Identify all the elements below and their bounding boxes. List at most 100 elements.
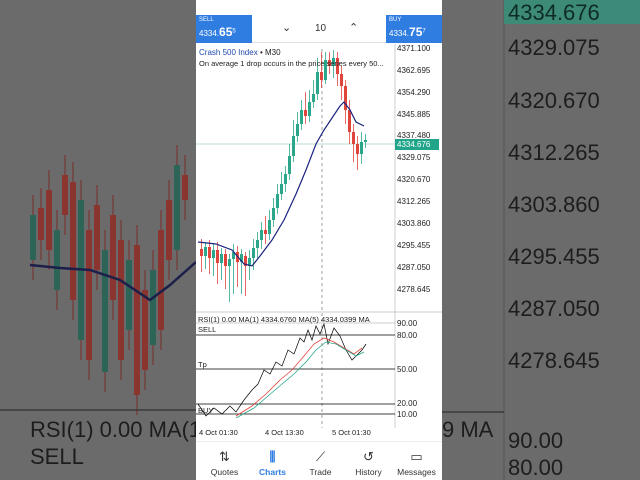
- time-axis-label: 4 Oct 01:30: [199, 428, 238, 437]
- screen: RSI(1) 0.00 MA(1 SELL 4334.676 4329.075 …: [0, 0, 640, 480]
- price-axis-label: 4278.645: [397, 285, 431, 294]
- candle: [348, 110, 351, 132]
- price-axis-label: 4312.265: [397, 197, 431, 206]
- candle: [320, 72, 323, 80]
- history-icon: ↺: [363, 449, 374, 464]
- background-price-label: 4287.050: [508, 296, 600, 321]
- candle: [304, 110, 307, 116]
- time-axis-label: 4 Oct 13:30: [265, 428, 304, 437]
- candle: [268, 220, 271, 234]
- candle: [288, 156, 291, 174]
- candle: [204, 247, 207, 256]
- candle: [340, 74, 343, 86]
- background-candle: [30, 215, 36, 260]
- candle: [228, 259, 231, 266]
- background-candle: [174, 165, 180, 250]
- nav-charts[interactable]: ⫼ Charts: [248, 442, 297, 480]
- symbol-description: On average 1 drop occurs in the price se…: [199, 59, 384, 68]
- rsi-sell-line-label: SELL: [198, 325, 217, 334]
- sell-button[interactable]: SELL 4334.655: [196, 15, 252, 43]
- background-price-label: 4312.265: [508, 140, 600, 165]
- candle: [300, 110, 303, 124]
- background-price-label: 4295.455: [508, 244, 600, 269]
- charts-icon: ⫼: [269, 449, 276, 464]
- candle: [216, 250, 219, 263]
- background-price-label: 4278.645: [508, 348, 600, 373]
- nav-label: Charts: [259, 467, 286, 477]
- background-candle: [118, 240, 124, 360]
- background-price-label: 4329.075: [508, 35, 600, 60]
- quotes-icon: ⇅: [219, 449, 230, 464]
- lot-size-input[interactable]: 10: [315, 23, 326, 34]
- background-candle: [102, 250, 108, 372]
- background-candle: [166, 200, 172, 260]
- candle: [364, 140, 367, 142]
- rsi-indicator-title: RSI(1) 0.00 MA(1) 4334.6760 MA(5) 4334.0…: [198, 315, 370, 324]
- background-candle: [142, 290, 148, 370]
- mt-app-screen: SELL 4334.655 ⌄ 10 ⌃ BUY 4334.757 Crash …: [196, 0, 442, 480]
- background-price-label: 4320.670: [508, 88, 600, 113]
- nav-messages[interactable]: ▭ Messages: [392, 442, 441, 480]
- price-axis-label: 4345.885: [397, 110, 431, 119]
- background-left-blur: RSI(1) 0.00 MA(1 SELL: [0, 0, 196, 480]
- price-axis-label: 4320.670: [397, 175, 431, 184]
- background-right-blur: 4334.676 4329.075 4320.670 4312.265 4303…: [442, 0, 640, 480]
- buy-label: BUY: [389, 17, 402, 23]
- background-rsi-level: 80.00: [508, 455, 564, 480]
- candle: [280, 184, 283, 194]
- candle: [220, 254, 223, 263]
- rsi-tp-line-label: Tp: [198, 360, 207, 369]
- rsi-level-label: 10.00: [397, 410, 418, 419]
- nav-label: Trade: [309, 467, 332, 477]
- background-rsi-title: RSI(1) 0.00 MA(1: [30, 417, 196, 442]
- background-candle: [182, 175, 188, 200]
- price-axis-label: 4287.050: [397, 263, 431, 272]
- bottom-navigation: ⇅ Quotes ⫼ Charts ⟋ Trade ↺ History ▭ Me…: [196, 441, 442, 480]
- candle: [312, 94, 315, 102]
- background-rsi-tail: 9 MA: [442, 417, 494, 442]
- nav-quotes[interactable]: ⇅ Quotes: [200, 442, 249, 480]
- candle: [264, 230, 267, 234]
- divider: [252, 42, 386, 43]
- candle: [284, 174, 287, 184]
- nav-label: Messages: [397, 467, 436, 477]
- candle: [276, 194, 279, 208]
- nav-label: Quotes: [210, 467, 239, 477]
- background-candle: [46, 190, 52, 250]
- nav-trade[interactable]: ⟋ Trade: [296, 442, 345, 480]
- rsi-level-label: 50.00: [397, 365, 418, 374]
- candle: [272, 208, 275, 220]
- background-candle: [110, 215, 116, 300]
- buy-button[interactable]: BUY 4334.757: [386, 15, 442, 43]
- background-sell-label: SELL: [30, 444, 84, 469]
- background-candle: [86, 230, 92, 360]
- sell-label: SELL: [199, 17, 214, 23]
- time-axis-label: 5 Oct 01:30: [332, 428, 371, 437]
- rsi-level-label: 20.00: [397, 399, 418, 408]
- background-current-price: 4334.676: [504, 0, 640, 25]
- price-axis-label: 4329.075: [397, 153, 431, 162]
- background-candle: [134, 245, 140, 395]
- price-axis-label: 4354.290: [397, 88, 431, 97]
- candle: [252, 248, 255, 258]
- candle: [200, 249, 203, 256]
- rsi-level-label: 80.00: [397, 331, 418, 340]
- background-candle: [94, 205, 100, 270]
- chevron-down-icon[interactable]: ⌄: [282, 21, 291, 34]
- background-right-chart: [442, 0, 505, 480]
- price-axis-label: 4303.860: [397, 219, 431, 228]
- background-candle: [70, 182, 76, 300]
- one-click-trade-bar: SELL 4334.655 ⌄ 10 ⌃ BUY 4334.757: [196, 15, 442, 43]
- chevron-up-icon[interactable]: ⌃: [349, 21, 358, 34]
- trade-icon: ⟋: [315, 449, 326, 464]
- background-candle: [38, 208, 44, 240]
- candle: [212, 250, 215, 258]
- background-price-label: 4303.860: [508, 192, 600, 217]
- background-rsi-level: 90.00: [508, 428, 564, 453]
- candle: [208, 247, 211, 258]
- candle: [360, 142, 363, 154]
- candle: [344, 86, 347, 110]
- rsi-line: [197, 322, 367, 417]
- nav-history[interactable]: ↺ History: [344, 442, 393, 480]
- background-candle: [62, 175, 68, 215]
